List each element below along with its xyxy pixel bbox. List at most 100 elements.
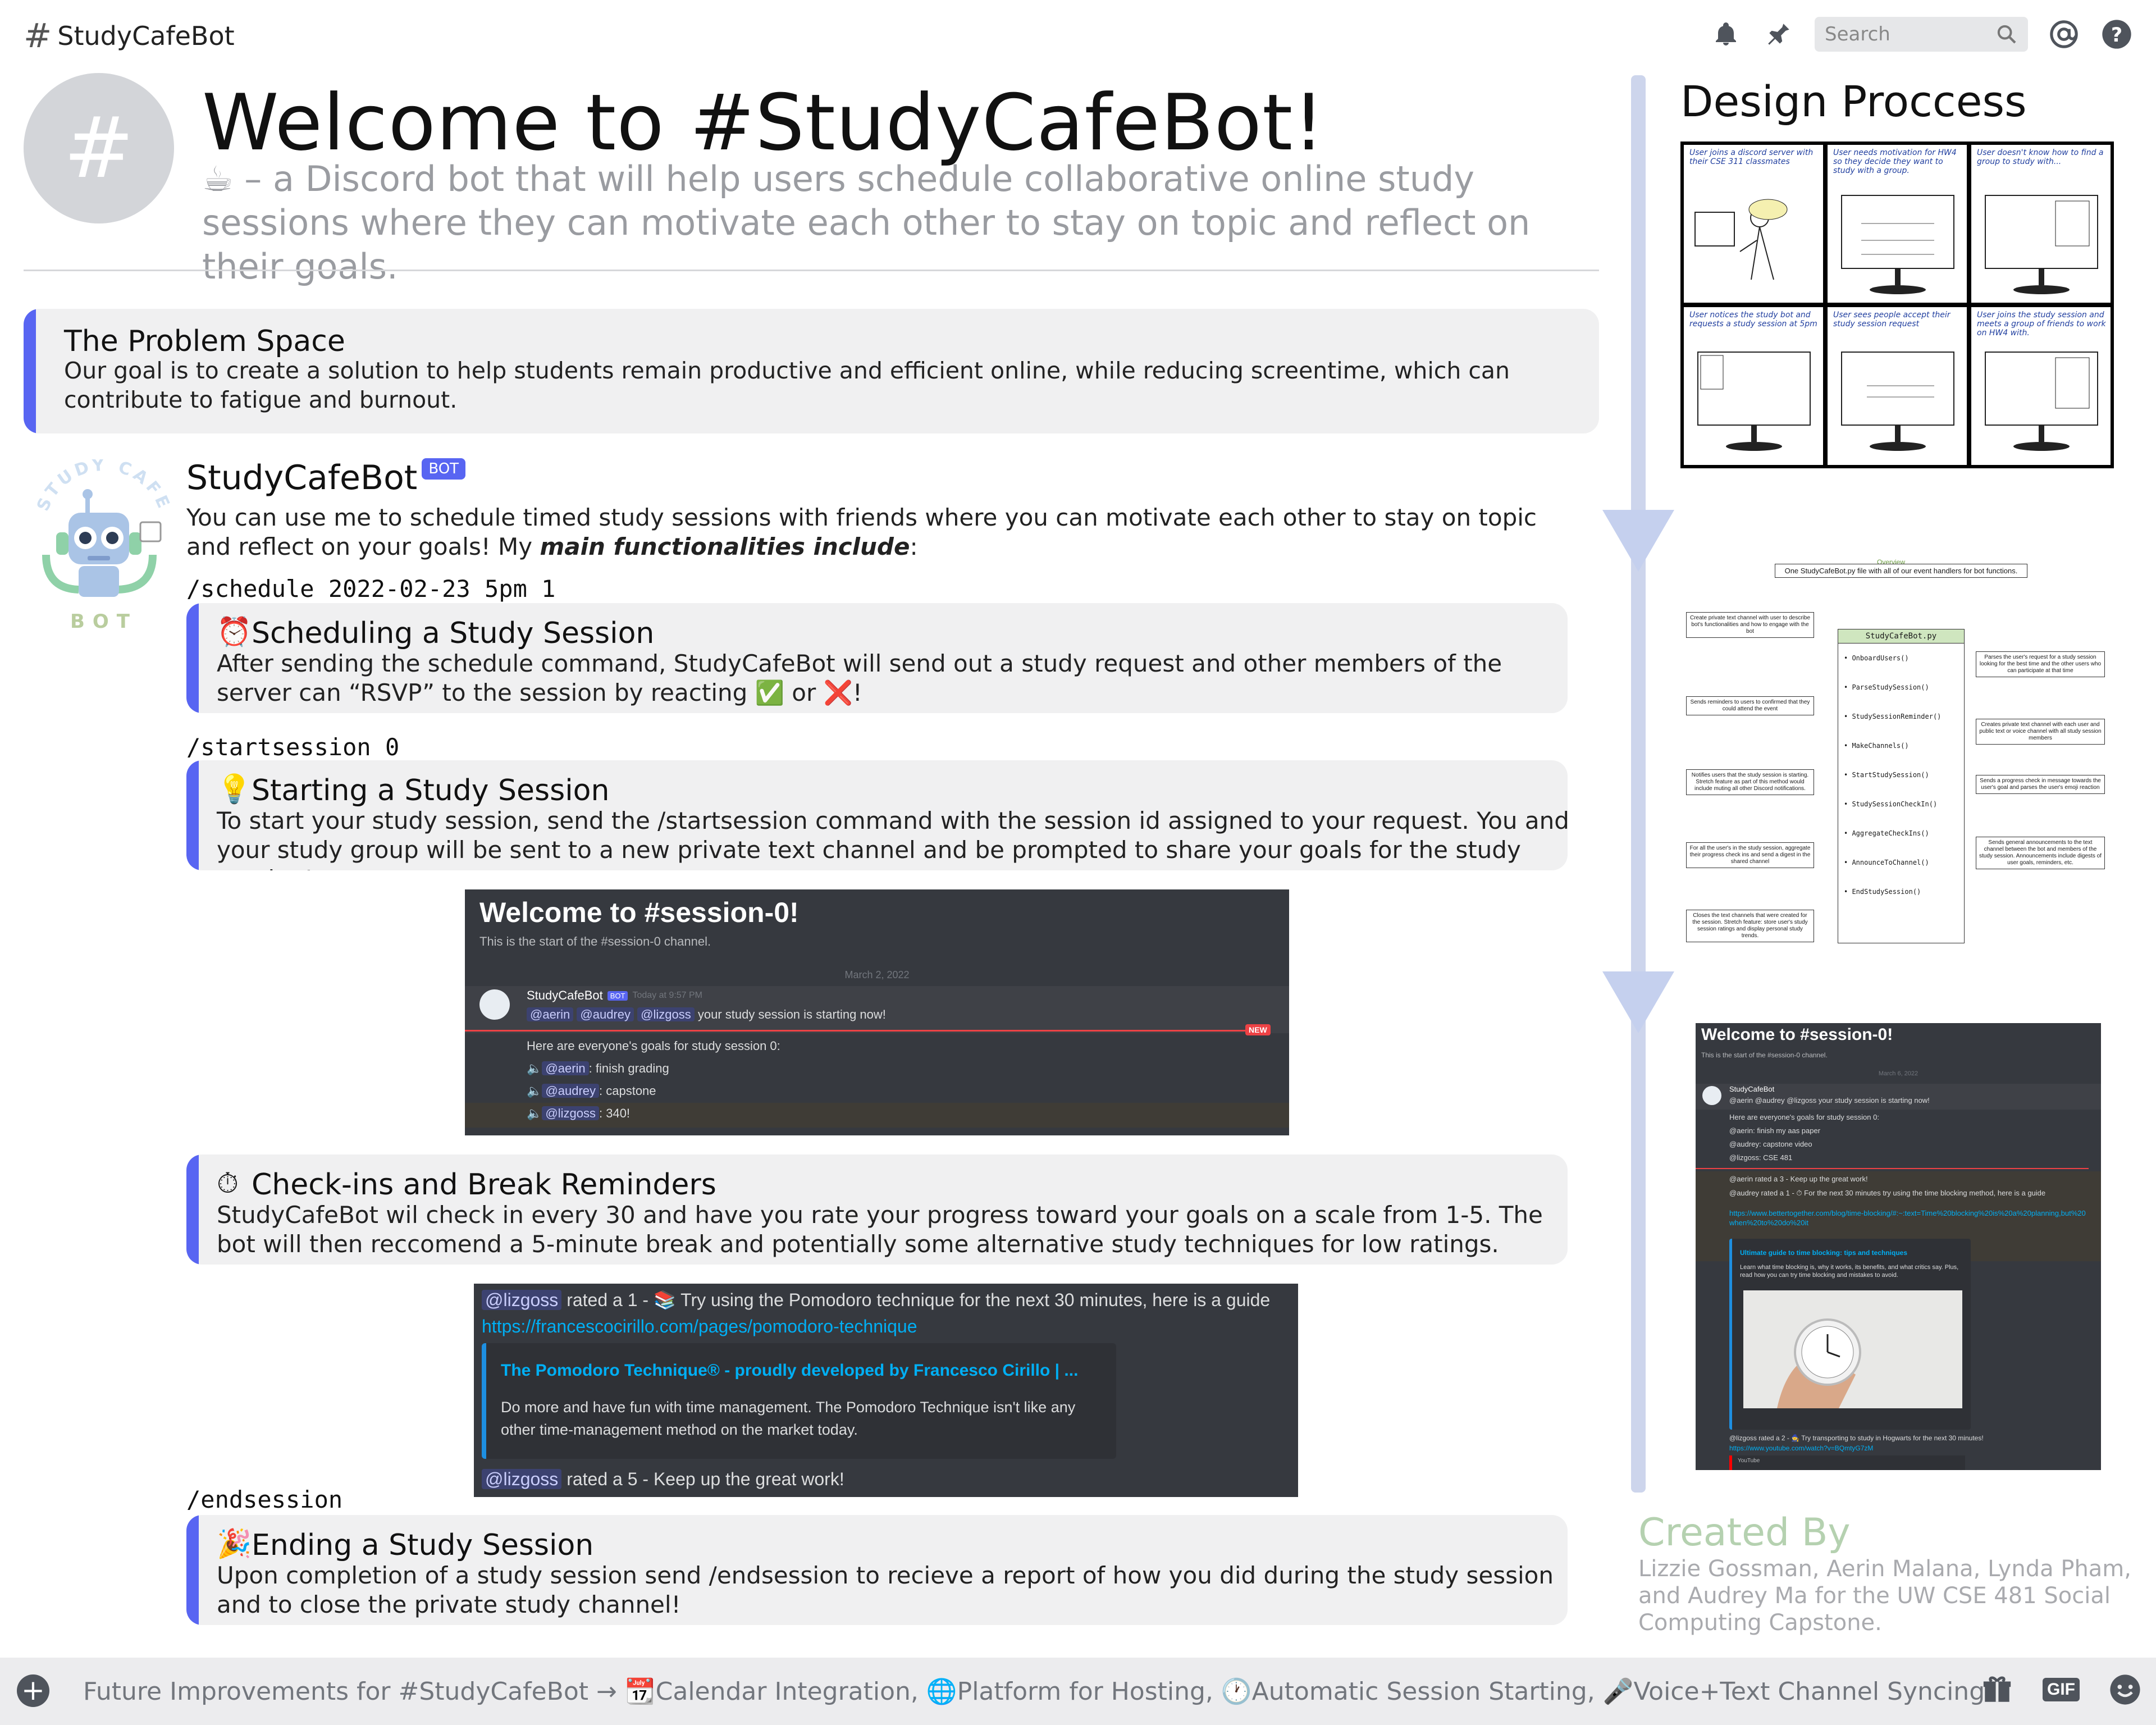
input-actions: GIF: [1981, 1673, 2141, 1706]
bell-icon[interactable]: [1709, 17, 1743, 51]
mention[interactable]: @audrey: [577, 1007, 634, 1021]
diagram-note: Parses the user's request for a study se…: [1976, 651, 2105, 677]
author-name[interactable]: StudyCafeBot: [1729, 1085, 1774, 1093]
message-input-bar[interactable]: + Future Improvements for #StudyCafeBot …: [0, 1658, 2156, 1725]
bot-avatar-small[interactable]: [479, 989, 510, 1020]
bot-username[interactable]: StudyCafeBot: [186, 458, 417, 498]
diagram-note: Closes the text channels that were creat…: [1686, 910, 1814, 942]
youtube-link[interactable]: https://www.youtube.com/watch?v=BQmtyG7z…: [1729, 1444, 1873, 1452]
screenshot-subtitle: This is the start of the #session-0 chan…: [479, 934, 711, 948]
divider: [24, 270, 1599, 271]
mention[interactable]: @audrey: [542, 1084, 600, 1098]
bot-badge: BOT: [422, 458, 466, 480]
endsession-command: /endsession: [186, 1486, 343, 1513]
date-divider: March 6, 2022: [1878, 1070, 1919, 1077]
mention[interactable]: @lizgoss: [542, 1106, 599, 1120]
goal-line: @aerin: finish my aas paper: [1729, 1126, 1821, 1135]
goal-line: 🔈 @audrey: capstone: [527, 1084, 656, 1098]
youtube-provider: YouTube: [1738, 1458, 1760, 1464]
author-name[interactable]: StudyCafeBot: [527, 988, 603, 1003]
hashtag-icon: #: [24, 16, 52, 56]
goal-line: @audrey: capstone video: [1729, 1140, 1812, 1148]
gif-icon[interactable]: GIF: [2043, 1678, 2080, 1701]
screenshot-subtitle: This is the start of the #session-0 chan…: [1701, 1051, 1828, 1059]
speaker-icon: 🔈: [527, 1084, 542, 1098]
diagram-note: For all the user's in the study session,…: [1686, 842, 1814, 868]
goal-line: 🔈 @aerin: finish grading: [527, 1061, 669, 1076]
link-embed[interactable]: Ultimate guide to time blocking: tips an…: [1729, 1239, 1971, 1430]
design-process-title: Design Proccess: [1680, 76, 2027, 126]
timeline-line: [1631, 75, 1646, 1493]
bot-name[interactable]: StudyCafeBot BOT: [186, 458, 466, 498]
mentions-icon[interactable]: [2047, 17, 2081, 51]
message-text: your study session is starting now!: [697, 1007, 886, 1021]
youtube-embed[interactable]: YouTube: [1729, 1455, 1965, 1470]
mention[interactable]: @lizgoss: [482, 1469, 562, 1489]
comic-caption: User joins a discord server with their C…: [1689, 148, 1814, 166]
comic-caption: User sees people accept their study sess…: [1833, 311, 1951, 328]
goals-intro: Here are everyone's goals for study sess…: [1729, 1113, 1879, 1121]
plus-icon[interactable]: +: [17, 1674, 49, 1707]
diagram-note: Sends general announcements to the text …: [1976, 837, 2105, 869]
diagram-top-box: One StudyCafeBot.py file with all of our…: [1775, 564, 2027, 578]
diagram-note: Sends reminders to users to confirmed th…: [1686, 696, 1814, 715]
search-input[interactable]: Search: [1815, 17, 2028, 52]
comic-panel: User needs motivation for HW4 so they de…: [1828, 145, 1967, 303]
message-line: @lizgoss rated a 1 - 📚 Try using the Pom…: [482, 1289, 1270, 1311]
diagram-note: Sends a progress check in message toward…: [1976, 775, 2105, 794]
stopwatch-icon: ⏱: [217, 1167, 239, 1199]
bot-intro-colon: :: [910, 533, 918, 560]
embed-title[interactable]: Ultimate guide to time blocking: tips an…: [1740, 1249, 1907, 1257]
diagram-function: • StartStudySession(): [1844, 771, 1929, 779]
alarm-clock-icon: ⏰: [217, 615, 252, 648]
cross-icon: ❌: [823, 679, 853, 706]
gift-icon[interactable]: [1981, 1673, 2013, 1706]
goal-line: 🔈 @lizgoss: 340!: [527, 1106, 630, 1121]
accent-bar: [186, 603, 199, 713]
pin-icon[interactable]: [1762, 17, 1796, 51]
feature-card-end: 🎉 Ending a Study Session Upon completion…: [186, 1515, 1568, 1625]
embed-title[interactable]: The Pomodoro Technique® - proudly develo…: [501, 1361, 1078, 1380]
diagram-function: • StudySessionCheckIn(): [1844, 800, 1938, 808]
mention[interactable]: @aerin: [527, 1007, 574, 1021]
comic-panel: User joins the study session and meets a…: [1971, 307, 2111, 465]
goal-text: : capstone: [599, 1084, 656, 1098]
accent-bar: [186, 1515, 199, 1625]
diagram-function: • OnboardUsers(): [1844, 654, 1909, 662]
help-icon[interactable]: ?: [2100, 17, 2134, 51]
diagram-function: • AnnounceToChannel(): [1844, 859, 1929, 866]
timestamp: Today at 9:57 PM: [632, 991, 702, 1000]
goals-intro: Here are everyone's goals for study sess…: [527, 1039, 780, 1053]
bot-avatar-small[interactable]: [1702, 1086, 1721, 1105]
check-icon: ✅: [755, 679, 784, 706]
time-blocking-link[interactable]: https://www.bettertogether.com/blog/time…: [1729, 1208, 2089, 1227]
new-badge: NEW: [1245, 1024, 1271, 1035]
feature-title: Scheduling a Study Session: [252, 617, 655, 650]
embed-description: Do more and have fun with time managemen…: [501, 1399, 1076, 1438]
message-input[interactable]: Future Improvements for #StudyCafeBot → …: [83, 1677, 1985, 1706]
diagram-function: • MakeChannels(): [1844, 742, 1909, 750]
emoji-icon[interactable]: [2109, 1673, 2141, 1706]
session-screenshot: Welcome to #session-0! This is the start…: [465, 889, 1289, 1135]
diagram-note: Notifies users that the study session is…: [1686, 769, 1814, 795]
feature-text-or: or: [784, 679, 824, 706]
diagram-center-title: StudyCafeBot.py: [1838, 629, 1964, 644]
schedule-command: /schedule 2022-02-23 5pm 1: [186, 575, 556, 603]
message-text: rated a 5 - Keep up the great work!: [567, 1469, 844, 1489]
diagram-center-box: StudyCafeBot.py • OnboardUsers() • ParseS…: [1838, 629, 1965, 943]
goal-text: : finish grading: [588, 1061, 669, 1075]
comic-caption: User needs motivation for HW4 so they de…: [1833, 148, 1957, 175]
party-popper-icon: 🎉: [217, 1527, 252, 1560]
mention[interactable]: @lizgoss: [482, 1290, 562, 1310]
embed-image[interactable]: [1743, 1290, 1962, 1408]
svg-text:BOT: BOT: [70, 610, 138, 633]
link-embed[interactable]: The Pomodoro Technique® - proudly develo…: [482, 1343, 1116, 1459]
pomodoro-link[interactable]: https://francescocirillo.com/pages/pomod…: [482, 1316, 917, 1337]
mention[interactable]: @aerin: [542, 1061, 589, 1075]
channel-avatar: #: [24, 73, 174, 223]
comic-caption: User notices the study bot and requests …: [1689, 311, 1817, 328]
accent-bar: [186, 760, 199, 870]
bot-avatar[interactable]: STUDY CAFE BOT: [33, 455, 174, 633]
problem-space-card: The Problem Space Our goal is to create …: [24, 309, 1599, 433]
mention[interactable]: @lizgoss: [637, 1007, 695, 1021]
